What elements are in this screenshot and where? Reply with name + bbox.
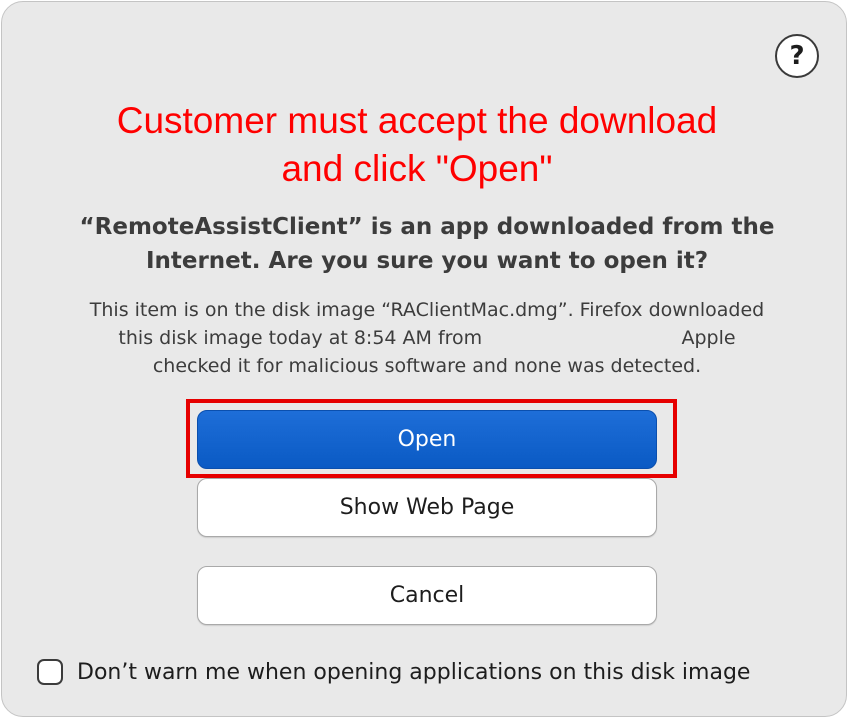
dialog-headline: “RemoteAssistClient” is an app downloade… [42, 210, 812, 278]
headline-line-1: “RemoteAssistClient” is an app downloade… [79, 214, 775, 240]
dont-warn-checkbox-label: Don’t warn me when opening applications … [77, 659, 751, 685]
open-button-label: Open [397, 427, 457, 452]
cancel-button-label: Cancel [389, 583, 465, 608]
detail-line-2: this disk image today at 8:54 AM from Ap… [118, 327, 736, 349]
question-mark-icon: ? [789, 41, 805, 71]
detail-line-1: This item is on the disk image “RAClient… [89, 299, 765, 321]
cancel-button[interactable]: Cancel [197, 566, 657, 625]
show-web-page-label: Show Web Page [339, 495, 515, 520]
dont-warn-checkbox-row[interactable]: Don’t warn me when opening applications … [37, 654, 750, 690]
show-web-page-button[interactable]: Show Web Page [197, 478, 657, 537]
annotation-line-2: and click "Open" [281, 148, 553, 189]
dialog-detail-text: This item is on the disk image “RAClient… [42, 296, 812, 380]
dont-warn-checkbox[interactable] [37, 659, 63, 685]
help-button[interactable]: ? [775, 34, 819, 78]
open-button[interactable]: Open [197, 410, 657, 469]
detail-line-3: checked it for malicious software and no… [152, 355, 702, 377]
annotation-line-1: Customer must accept the download [116, 100, 718, 141]
instruction-annotation: Customer must accept the download and cl… [22, 97, 812, 193]
headline-line-2: Internet. Are you sure you want to open … [145, 248, 709, 274]
security-dialog: ? Customer must accept the download and … [1, 1, 847, 717]
